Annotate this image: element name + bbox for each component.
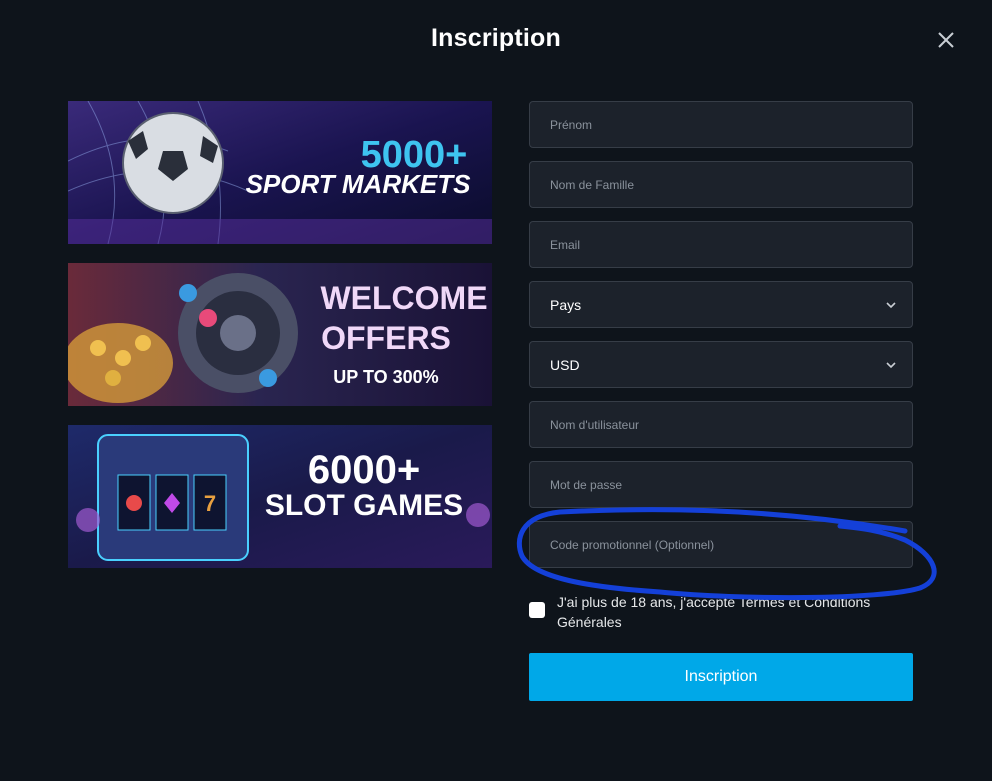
country-value: Pays xyxy=(550,296,582,313)
banner-line3: UP TO 300% xyxy=(333,367,438,387)
promo-code-field[interactable] xyxy=(529,521,913,568)
last-name-field[interactable] xyxy=(529,161,913,208)
password-input[interactable] xyxy=(530,462,912,507)
submit-button[interactable]: Inscription xyxy=(529,653,913,701)
last-name-input[interactable] xyxy=(530,162,912,207)
terms-label: J'ai plus de 18 ans, j'accepte Termes et… xyxy=(557,594,871,630)
username-field[interactable] xyxy=(529,401,913,448)
banner-line1: 6000+ xyxy=(308,448,420,492)
close-icon xyxy=(938,32,954,48)
email-field[interactable] xyxy=(529,221,913,268)
close-button[interactable] xyxy=(936,30,956,50)
banner-welcome-offers[interactable]: WELCOME OFFERS UP TO 300% xyxy=(68,263,492,406)
currency-select[interactable]: USD xyxy=(529,341,913,388)
banner-line2: SLOT GAMES xyxy=(265,489,463,522)
currency-value: USD xyxy=(550,356,580,373)
username-input[interactable] xyxy=(530,402,912,447)
banner-line2: SPORT MARKETS xyxy=(246,169,472,199)
country-select[interactable]: Pays xyxy=(529,281,913,328)
terms-checkbox[interactable] xyxy=(529,602,545,618)
promo-code-input[interactable] xyxy=(530,522,912,567)
modal-title: Inscription xyxy=(431,24,561,52)
banner-slot-games[interactable]: 7 6000+ SLOT GAMES xyxy=(68,425,492,568)
banner-line1: WELCOME xyxy=(320,280,487,316)
svg-text:7: 7 xyxy=(204,491,216,516)
chevron-down-icon xyxy=(886,301,896,308)
chevron-down-icon xyxy=(886,361,896,368)
email-input[interactable] xyxy=(530,222,912,267)
first-name-field[interactable] xyxy=(529,101,913,148)
banner-sport-markets[interactable]: 5000+ SPORT MARKETS xyxy=(68,101,492,244)
first-name-input[interactable] xyxy=(530,102,912,147)
password-field[interactable] xyxy=(529,461,913,508)
banner-line2: OFFERS xyxy=(321,320,451,356)
